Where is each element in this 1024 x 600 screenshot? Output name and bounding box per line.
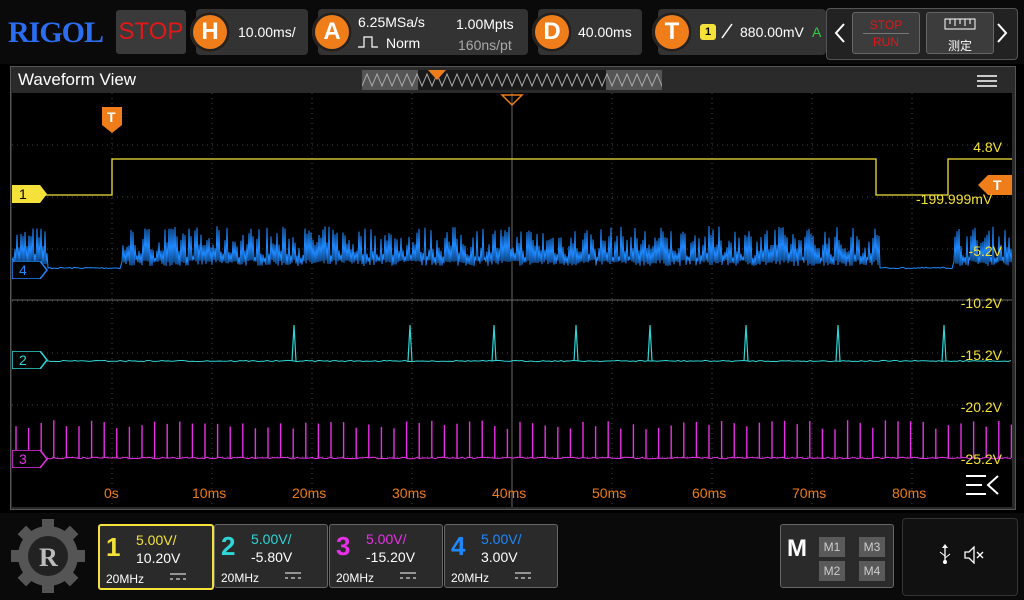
time-label: 80ms [892, 485, 927, 501]
dc-coupling-icon [515, 572, 531, 579]
ch3-marker[interactable]: 3 [11, 449, 48, 473]
svg-text:R: R [39, 543, 58, 572]
measure-label: 测定 [947, 39, 972, 53]
volt-label: 4.8V [973, 139, 1002, 155]
math-label: M [787, 535, 807, 562]
acquire-mode: Norm [386, 35, 421, 51]
run-state-indicator[interactable]: STOP [116, 10, 186, 54]
ch1-marker[interactable]: 1 [12, 185, 48, 208]
delay-badge[interactable]: D [532, 12, 572, 52]
status-panel [902, 518, 1018, 596]
timebase-value: 10.00ms/ [238, 24, 296, 40]
waveform-plot[interactable] [12, 93, 1012, 507]
time-label: 0s [104, 485, 119, 501]
math-m2-button[interactable]: M2 [819, 561, 845, 581]
delay-value: 40.00ms [578, 24, 632, 40]
dc-coupling-icon [400, 572, 416, 579]
stop-label: STOP [869, 18, 903, 32]
ch2-settings[interactable]: 2 5.00V/ -5.80V 20MHz [214, 524, 328, 588]
menu-icon[interactable] [976, 73, 998, 89]
horizontal-badge[interactable]: H [190, 12, 230, 52]
dc-coupling-icon [285, 572, 301, 579]
volt-label: -10.2V [960, 295, 1002, 311]
volt-label: -15.2V [960, 347, 1002, 363]
memory-depth: 1.00Mpts [456, 16, 514, 32]
math-m4-button[interactable]: M4 [859, 561, 885, 581]
math-panel[interactable]: M M1 M3 M2 M4 [780, 524, 894, 588]
sample-interval: 160ns/pt [458, 37, 512, 53]
math-m1-button[interactable]: M1 [819, 537, 845, 557]
ch3-settings[interactable]: 3 5.00V/ -15.20V 20MHz [329, 524, 443, 588]
time-label: 50ms [592, 485, 627, 501]
usb-icon[interactable] [938, 544, 952, 564]
overview-trigger-marker [428, 70, 446, 80]
waveform-view-title: Waveform View [18, 70, 137, 89]
time-label: 30ms [392, 485, 427, 501]
trigger-time-marker[interactable]: T [102, 107, 122, 133]
time-label: 40ms [492, 485, 527, 501]
dc-coupling-icon [170, 573, 186, 580]
sample-rate: 6.25MSa/s [358, 14, 425, 30]
trigger-source: 1 [700, 24, 716, 40]
time-label: 60ms [692, 485, 727, 501]
acquire-badge[interactable]: A [312, 12, 352, 52]
volt-label: -5.2V [968, 243, 1002, 259]
run-label: RUN [873, 35, 899, 49]
ch2-marker[interactable]: 2 [11, 350, 48, 374]
volt-label: -20.2V [960, 399, 1002, 415]
trigger-status: A [812, 24, 822, 40]
run-state-label: STOP [118, 18, 184, 45]
trigger-level: 880.00mV [740, 24, 804, 40]
run-stop-button[interactable]: STOP RUN [852, 12, 920, 54]
time-label: 10ms [192, 485, 227, 501]
chevron-right-icon[interactable] [996, 22, 1008, 44]
volt-label: -199.999mV [916, 191, 993, 207]
rising-edge-icon [721, 23, 733, 39]
time-label: 20ms [292, 485, 327, 501]
ch4-settings[interactable]: 4 5.00V/ 3.00V 20MHz [444, 524, 558, 588]
measure-ruler-icon [944, 18, 976, 30]
measure-button[interactable]: 测定 [926, 12, 994, 54]
brand-logo: RIGOL [8, 16, 104, 49]
math-m3-button[interactable]: M3 [859, 537, 885, 557]
acquire-mode-icon [358, 36, 378, 48]
trigger-badge[interactable]: T [652, 12, 692, 52]
collapse-menu-icon[interactable] [964, 472, 1000, 498]
horizontal-overview-strip[interactable] [362, 70, 662, 90]
ch1-settings[interactable]: 1 5.00V/ 10.20V 20MHz [98, 524, 214, 590]
speaker-mute-icon[interactable] [964, 546, 986, 564]
chevron-left-icon[interactable] [834, 22, 846, 44]
time-label: 70ms [792, 485, 827, 501]
rigol-logo-icon[interactable]: R [10, 518, 86, 594]
ch4-marker[interactable]: 4 [11, 260, 48, 284]
volt-label: -25.2V [960, 451, 1002, 467]
